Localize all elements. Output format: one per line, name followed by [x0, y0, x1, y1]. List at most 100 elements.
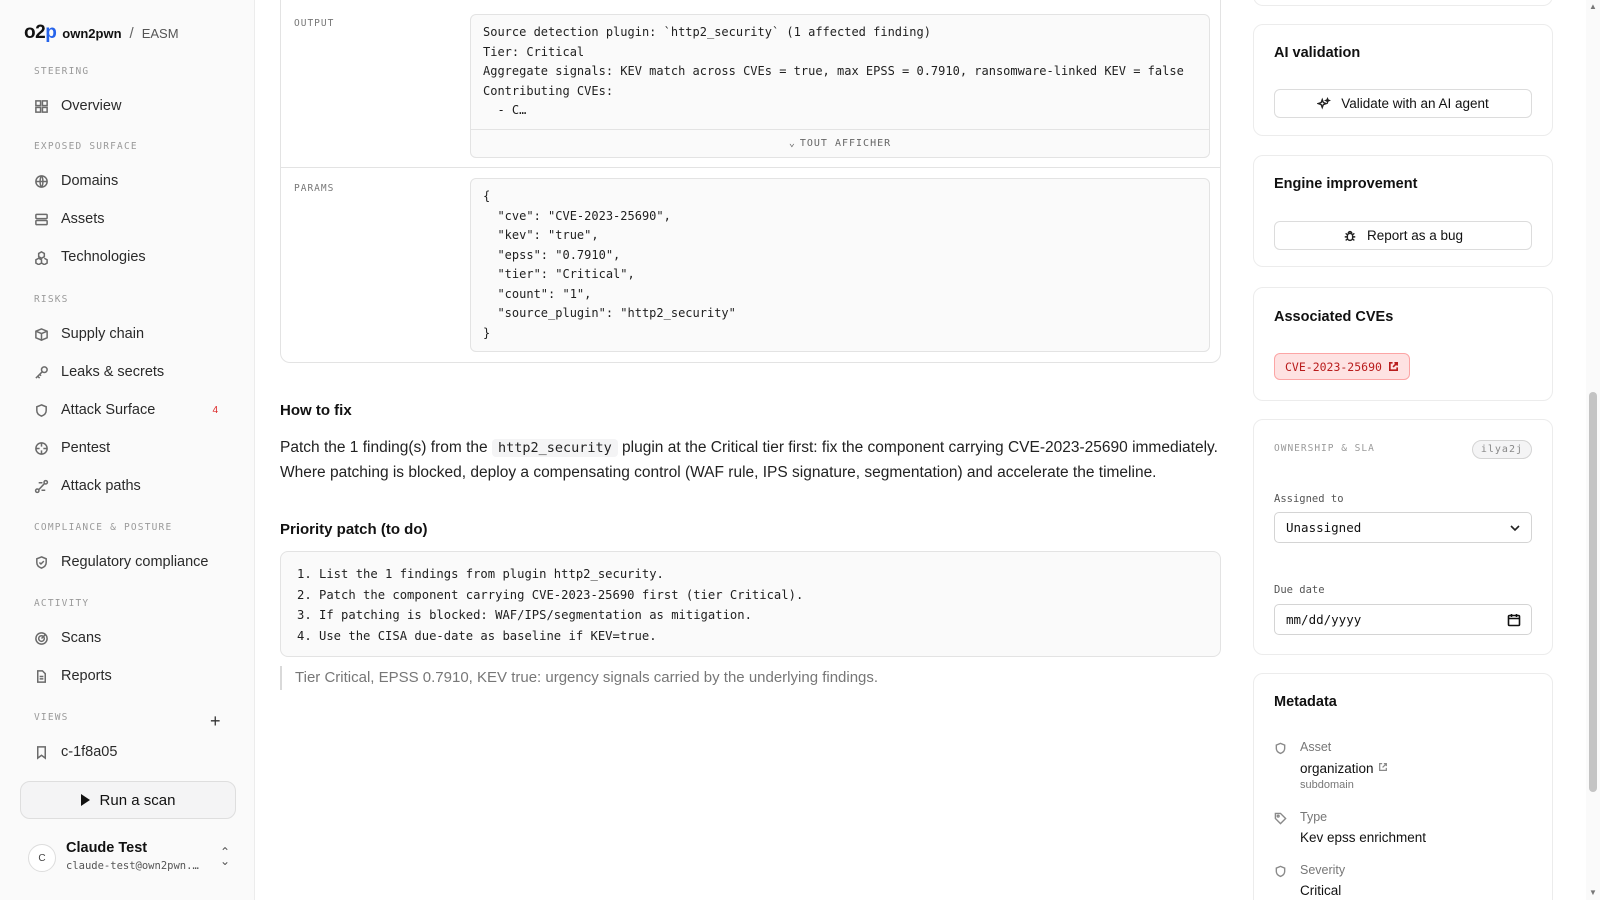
server-icon: [35, 213, 48, 225]
chevron-down-icon: [1510, 525, 1520, 532]
section-label-steering: STEERING: [34, 66, 90, 77]
sidebar-item-reports[interactable]: Reports: [20, 660, 236, 692]
chevron-down-icon: ⌄: [788, 138, 796, 149]
sidebar-item-label: Reports: [61, 668, 112, 684]
due-date-label: Due date: [1274, 584, 1325, 596]
engine-improvement-card: Engine improvement Report as a bug: [1253, 155, 1553, 267]
cve-link[interactable]: CVE-2023-25690: [1274, 353, 1410, 380]
avatar: C: [28, 844, 56, 872]
grid-icon: [35, 99, 48, 113]
tag-icon: [1274, 812, 1287, 825]
sidebar-item-scans[interactable]: Scans: [20, 622, 236, 654]
chevron-updown-icon[interactable]: ⌃ ⌄: [220, 846, 230, 867]
params-block: { "cve": "CVE-2023-25690", "kev": "true"…: [470, 178, 1210, 352]
sidebar-item-label: Domains: [61, 173, 119, 189]
user-email: claude-test@own2pwn.fr: [66, 860, 201, 872]
add-view-button[interactable]: +: [210, 712, 221, 730]
route-icon: [34, 479, 49, 493]
sidebar-item-label: Leaks & secrets: [61, 364, 165, 380]
crosshair-icon: [35, 441, 48, 455]
run-scan-button[interactable]: Run a scan: [20, 781, 236, 819]
execution-detail: OUTPUT Source detection plugin: `http2_s…: [280, 0, 1221, 363]
divider: [281, 167, 1220, 168]
globe-icon: [35, 174, 48, 188]
sidebar-item-assets[interactable]: Assets: [20, 203, 236, 235]
sidebar-item-supply-chain[interactable]: Supply chain: [20, 318, 236, 350]
show-all-button[interactable]: ⌄ TOUT AFFICHER: [471, 129, 1209, 157]
breadcrumb-separator: /: [129, 25, 134, 42]
sidebar-item-leaks-secrets[interactable]: Leaks & secrets: [20, 356, 236, 388]
type-key: Type: [1300, 810, 1328, 824]
sidebar-item-attack-paths[interactable]: Attack paths: [20, 470, 236, 502]
sidebar-item-pentest[interactable]: Pentest: [20, 432, 236, 464]
sidebar-item-regulatory-compliance[interactable]: Regulatory compliance: [20, 546, 236, 578]
scroll-down-arrow[interactable]: ▼: [1588, 888, 1598, 897]
app-name: EASM: [141, 26, 179, 41]
main-content: OUTPUT Source detection plugin: `http2_s…: [256, 0, 1226, 900]
sidebar-item-overview[interactable]: Overview: [20, 90, 236, 122]
show-all-label: TOUT AFFICHER: [799, 138, 892, 149]
metadata-severity: Severity Critical: [1274, 863, 1532, 900]
severity-value: Critical: [1300, 883, 1342, 898]
user-menu[interactable]: C Claude Test claude-test@own2pwn.fr ⌃ ⌄: [28, 838, 238, 882]
due-date-placeholder: mm/dd/yyyy: [1286, 612, 1362, 627]
plugin-code: http2_security: [491, 439, 618, 457]
bug-icon: [1344, 230, 1356, 241]
shield-icon: [36, 403, 47, 417]
sidebar-item-label: Scans: [61, 630, 102, 646]
report-bug-button[interactable]: Report as a bug: [1274, 221, 1532, 250]
ai-validation-title: AI validation: [1274, 45, 1361, 61]
sidebar-item-domains[interactable]: Domains: [20, 165, 236, 197]
metadata-card: Metadata Asset organization subdomain Ty…: [1253, 673, 1553, 900]
sidebar-item-label: Overview: [61, 98, 122, 114]
validate-ai-label: Validate with an AI agent: [1341, 96, 1489, 111]
priority-steps: 1. List the 1 findings from plugin http2…: [297, 567, 804, 643]
engine-improvement-title: Engine improvement: [1274, 176, 1418, 192]
sidebar-item-view[interactable]: c-1f8a05: [20, 736, 236, 768]
user-name: Claude Test: [66, 840, 148, 856]
params-text: { "cve": "CVE-2023-25690", "kev": "true"…: [483, 189, 736, 340]
ownership-badge: ilya2j: [1471, 440, 1532, 459]
asset-key: Asset: [1300, 740, 1332, 754]
output-text: Source detection plugin: `http2_security…: [483, 25, 1184, 117]
section-label-activity: ACTIVITY: [34, 598, 90, 609]
sidebar-item-attack-surface[interactable]: Attack Surface 4: [20, 394, 236, 426]
sidebar-item-label: Attack Surface: [61, 402, 156, 418]
ownership-sla-card: OWNERSHIP & SLA ilya2j Assigned to Unass…: [1253, 419, 1553, 655]
metadata-title: Metadata: [1274, 694, 1337, 710]
due-date-input[interactable]: mm/dd/yyyy: [1274, 604, 1532, 635]
output-label: OUTPUT: [294, 18, 335, 29]
sparkles-icon: [1317, 96, 1332, 110]
validate-ai-button[interactable]: Validate with an AI agent: [1274, 89, 1532, 118]
scroll-up-arrow[interactable]: ▲: [1588, 2, 1598, 11]
shield-check-icon: [36, 555, 47, 569]
file-icon: [37, 669, 46, 683]
external-link-icon: [1378, 760, 1388, 771]
sidebar-item-label: Pentest: [61, 440, 111, 456]
run-scan-label: Run a scan: [99, 791, 176, 809]
sidebar: o2p own2pwn / EASM STEERING Overview EXP…: [0, 0, 255, 900]
package-icon: [35, 327, 48, 341]
section-label-compliance: COMPLIANCE & POSTURE: [34, 522, 173, 533]
brand-header[interactable]: o2p own2pwn / EASM: [24, 22, 179, 44]
asset-link[interactable]: organization: [1300, 760, 1388, 776]
boxes-icon: [35, 250, 48, 265]
associated-cves-card: Associated CVEs CVE-2023-25690: [1253, 287, 1553, 401]
assigned-to-label: Assigned to: [1274, 493, 1344, 505]
section-label-views: VIEWS: [34, 712, 69, 723]
sidebar-item-technologies[interactable]: Technologies: [20, 241, 236, 273]
key-icon: [35, 365, 48, 379]
shield-icon: [1275, 865, 1286, 878]
assignee-select[interactable]: Unassigned: [1274, 512, 1532, 543]
calendar-icon[interactable]: [1507, 613, 1521, 627]
ai-validation-card: AI validation Validate with an AI agent: [1253, 24, 1553, 136]
associated-cves-title: Associated CVEs: [1274, 309, 1394, 325]
metadata-type: Type Kev epss enrichment: [1274, 810, 1532, 850]
output-block: Source detection plugin: `http2_security…: [470, 14, 1210, 158]
assignee-value: Unassigned: [1286, 520, 1362, 535]
sidebar-item-label: Supply chain: [61, 326, 145, 342]
scrollbar-thumb[interactable]: [1589, 392, 1597, 792]
org-name: own2pwn: [62, 26, 122, 41]
params-label: PARAMS: [294, 183, 335, 194]
card-partial: [1253, 0, 1553, 6]
